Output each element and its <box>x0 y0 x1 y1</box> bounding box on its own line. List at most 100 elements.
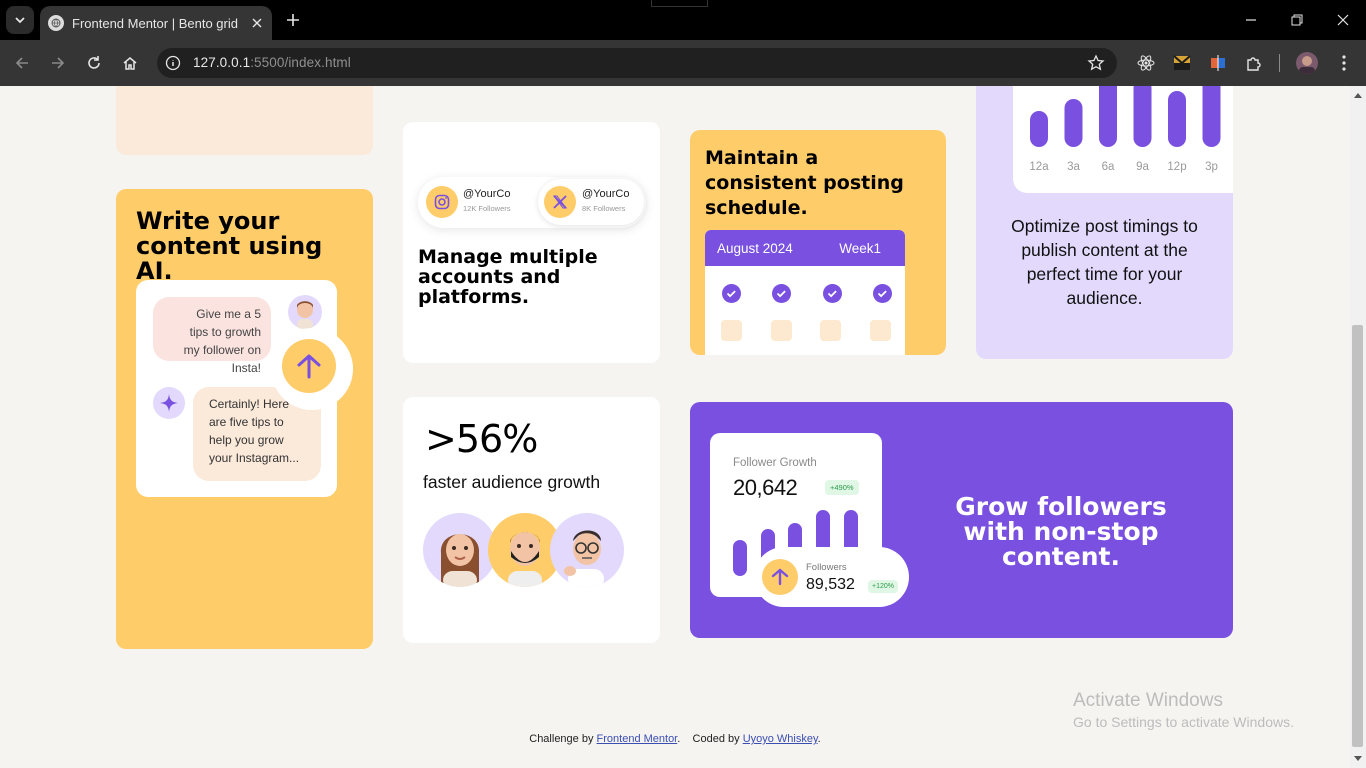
timing-axis-label: 12a <box>1029 161 1049 173</box>
schedule-card: Maintain a consistent posting schedule. … <box>690 130 946 355</box>
accounts-pill: @YourCo 12K Followers @YourCo 8K Followe… <box>418 177 646 228</box>
upload-badge <box>271 328 353 410</box>
globe-icon <box>48 15 64 31</box>
close-tab-icon[interactable] <box>246 12 268 34</box>
calendar-slot <box>869 320 891 341</box>
ai-card-title: Write your content using AI. <box>136 207 323 285</box>
schedule-title: Maintain a consistent posting schedule. <box>705 147 904 219</box>
ai-sparkle-icon <box>153 387 185 419</box>
account-2-pill: @YourCo 8K Followers <box>538 179 644 225</box>
account-2-handle: @YourCo <box>582 188 630 200</box>
timing-bar <box>1202 86 1221 147</box>
growth-stat-label: faster audience growth <box>423 472 601 492</box>
frontend-mentor-link[interactable]: Frontend Mentor <box>597 733 678 745</box>
arrow-up-icon <box>762 559 798 595</box>
user-message-bubble: Give me a 5 tips to growth my follower o… <box>153 297 271 375</box>
calendar-slot-row <box>721 320 891 341</box>
follower-growth-change-badge: +490% <box>825 480 859 495</box>
reload-icon[interactable] <box>80 49 108 77</box>
account-1-handle: @YourCo <box>463 188 511 200</box>
calendar-slot <box>721 320 742 341</box>
scroll-up-arrow-icon[interactable] <box>1354 92 1362 98</box>
timing-bar <box>1133 86 1152 147</box>
forward-arrow-icon[interactable] <box>44 49 72 77</box>
url-text: 127.0.0.1:5500/index.html <box>193 55 351 70</box>
timing-axis-label: 6a <box>1101 161 1115 173</box>
avatar-female <box>423 513 497 587</box>
timings-text: Optimize post timings to publish content… <box>1011 216 1198 308</box>
check-circle-icon <box>872 284 892 303</box>
avatar-male-glasses <box>550 513 624 587</box>
timing-bar <box>1168 91 1186 147</box>
tab-title: Frontend Mentor | Bento grid <box>72 15 238 31</box>
followers-label: Followers <box>806 562 847 573</box>
site-info-icon[interactable] <box>165 55 181 71</box>
restore-icon[interactable] <box>1274 0 1320 40</box>
extension-color-icon[interactable] <box>1208 53 1228 73</box>
profile-avatar[interactable] <box>1296 52 1318 74</box>
calendar-widget: August 2024 Week1 <box>705 230 905 355</box>
coded-prefix: Coded by <box>692 733 740 745</box>
chevron-down-icon <box>15 17 25 24</box>
calendar-month: August 2024 <box>717 240 793 256</box>
extension-mail-icon[interactable] <box>1172 53 1192 73</box>
scrollbar-thumb[interactable] <box>1352 325 1363 747</box>
bookmark-star-icon[interactable] <box>1087 54 1105 72</box>
attribution-footer: Challenge by Frontend Mentor. Coded by U… <box>529 733 821 745</box>
new-tab-icon[interactable] <box>282 9 304 31</box>
account-2-followers: 8K Followers <box>582 204 626 213</box>
cream-card-partial <box>116 86 373 155</box>
extensions-puzzle-icon[interactable] <box>1244 53 1264 73</box>
followers-value: 89,532 <box>806 576 855 593</box>
home-icon[interactable] <box>116 49 144 77</box>
timing-axis-label: 3a <box>1067 161 1080 173</box>
timings-bar-chart <box>1030 86 1221 147</box>
accounts-title: Manage multiple accounts and platforms. <box>418 246 598 308</box>
followers-change-badge: +120% <box>868 580 898 593</box>
followers-pill: Followers 89,532 +120% <box>754 547 909 607</box>
active-tab[interactable]: Frontend Mentor | Bento grid <box>40 6 272 40</box>
growth-bar <box>733 540 747 576</box>
timings-axis-labels: 12a 3a 6a 9a 12p 3p <box>1013 161 1233 177</box>
follower-growth-label: Follower Growth <box>733 457 817 469</box>
timings-chart-panel: 12a 3a 6a 9a 12p 3p <box>1013 86 1233 193</box>
challenge-prefix: Challenge by <box>529 733 594 745</box>
window-drag-handle[interactable] <box>651 0 708 7</box>
page-viewport: Write your content using AI. Give me a 5… <box>0 86 1350 768</box>
user-avatar <box>288 295 322 329</box>
growth-stat-value: >56% <box>425 417 538 461</box>
toolbar-divider <box>1279 54 1280 72</box>
tab-bar: Frontend Mentor | Bento grid <box>0 0 1366 40</box>
calendar-slot <box>770 320 792 341</box>
activate-windows-title: Activate Windows <box>1073 690 1223 711</box>
react-devtools-icon[interactable] <box>1136 53 1156 73</box>
growth-stat-card: >56% faster audience growth <box>403 397 660 643</box>
followers-card: Follower Growth 20,642 +490% Followers 8… <box>690 402 1233 638</box>
timing-bar <box>1064 99 1083 147</box>
menu-dots-icon[interactable] <box>1334 53 1354 73</box>
calendar-slot <box>820 320 842 341</box>
accounts-card: @YourCo 12K Followers @YourCo 8K Followe… <box>403 122 660 363</box>
tab-search-button[interactable] <box>6 6 34 34</box>
activate-windows-subtitle: Go to Settings to activate Windows. <box>1073 714 1294 730</box>
scroll-down-arrow-icon[interactable] <box>1354 756 1362 762</box>
account-1-followers: 12K Followers <box>463 204 511 213</box>
arrow-up-icon <box>282 339 336 393</box>
calendar-week: Week1 <box>839 240 881 256</box>
x-twitter-icon <box>544 186 576 218</box>
timing-bar <box>1030 111 1048 147</box>
timing-axis-label: 9a <box>1136 161 1149 173</box>
calendar-header: August 2024 Week1 <box>705 230 905 266</box>
address-bar[interactable]: 127.0.0.1:5500/index.html <box>157 48 1117 78</box>
close-window-icon[interactable] <box>1320 0 1366 40</box>
check-circle-icon <box>822 284 842 303</box>
timing-axis-label: 3p <box>1205 161 1218 173</box>
check-circle-icon <box>722 284 741 303</box>
minimize-icon[interactable] <box>1228 0 1274 40</box>
follower-growth-value: 20,642 <box>733 475 798 500</box>
back-arrow-icon[interactable] <box>8 49 36 77</box>
author-link[interactable]: Uyoyo Whiskey <box>743 733 818 745</box>
instagram-icon <box>426 186 458 218</box>
calendar-check-row <box>722 284 892 303</box>
followers-title: Grow followers with non-stop content. <box>955 492 1167 571</box>
